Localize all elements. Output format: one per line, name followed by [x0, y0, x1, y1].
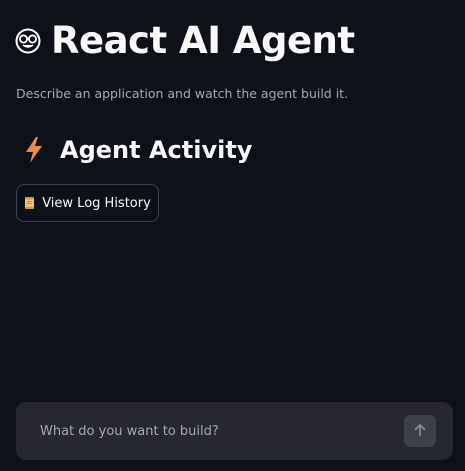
chat-input[interactable]: [28, 412, 388, 450]
nerd-face-emoji-icon: [13, 26, 43, 56]
view-log-history-label: View Log History: [42, 195, 151, 211]
page-title: React AI Agent: [51, 19, 355, 62]
agent-activity-header: Agent Activity: [22, 134, 252, 166]
scroll-icon: [24, 196, 36, 210]
chat-input-bar: [16, 402, 453, 460]
send-button[interactable]: [404, 415, 436, 447]
view-log-history-button[interactable]: View Log History: [16, 184, 159, 222]
lightning-bolt-icon: [22, 134, 46, 166]
app-page: React AI Agent Describe an application a…: [0, 0, 465, 471]
page-header: React AI Agent: [13, 18, 355, 64]
arrow-up-icon: [413, 422, 427, 441]
section-title: Agent Activity: [60, 136, 253, 164]
page-subtitle: Describe an application and watch the ag…: [16, 86, 349, 101]
